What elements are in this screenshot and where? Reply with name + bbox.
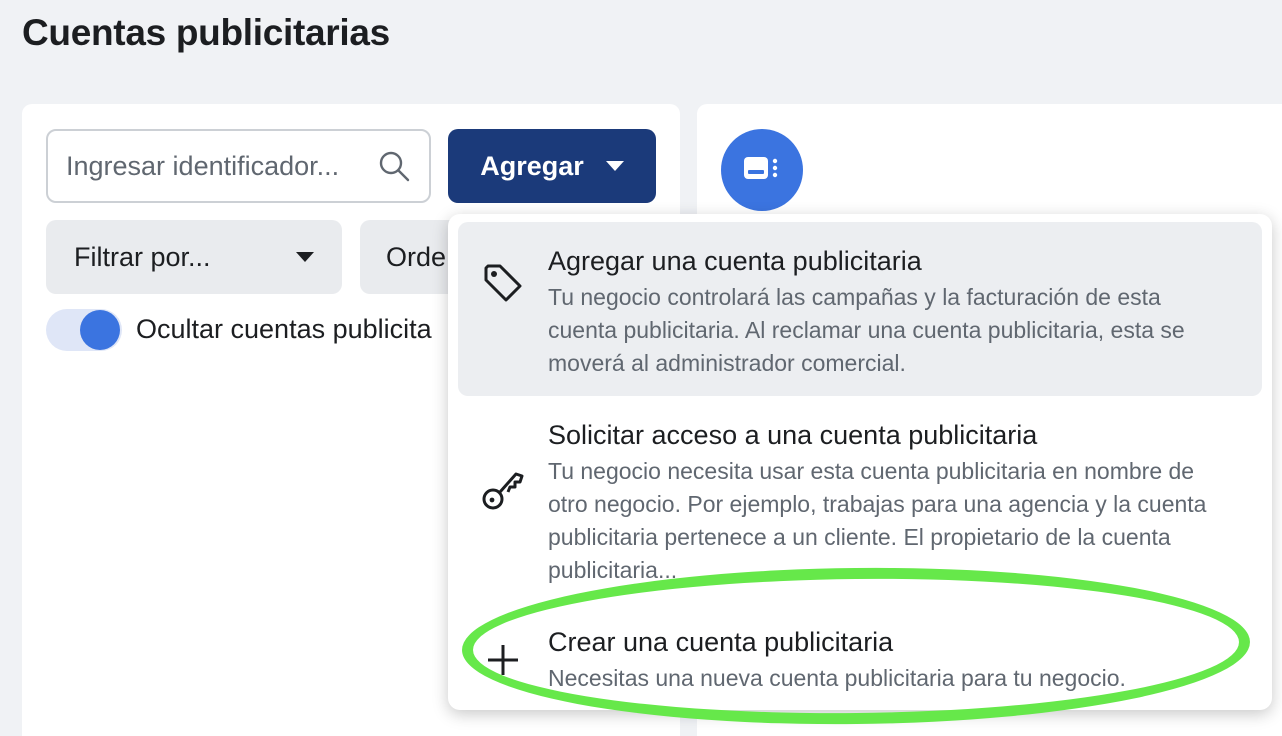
page-title: Cuentas publicitarias [22, 12, 390, 53]
menu-item-title: Agregar una cuenta publicitaria [548, 246, 922, 276]
filter-dropdown[interactable]: Filtrar por... [46, 220, 342, 294]
menu-item-create-ad-account[interactable]: Crear una cuenta publicitaria Necesitas … [458, 603, 1262, 711]
ad-account-icon [721, 129, 803, 211]
menu-item-description: Necesitas una nueva cuenta publicitaria … [548, 665, 1126, 691]
menu-item-title: Solicitar acceso a una cuenta publicitar… [548, 420, 1038, 450]
key-icon [482, 472, 524, 510]
search-box[interactable] [46, 129, 431, 203]
hide-accounts-label: Ocultar cuentas publicita [136, 314, 432, 344]
menu-item-add-ad-account[interactable]: Agregar una cuenta publicitaria Tu negoc… [458, 222, 1262, 396]
add-button-label: Agregar [480, 150, 584, 181]
search-icon[interactable] [377, 149, 411, 183]
toggle-knob [80, 310, 120, 350]
menu-item-description: Tu negocio necesita usar esta cuenta pub… [548, 458, 1207, 583]
plus-icon [488, 645, 518, 675]
chevron-down-icon [296, 252, 314, 262]
search-input[interactable] [66, 150, 366, 182]
add-button[interactable]: Agregar [448, 129, 656, 203]
filter-label: Filtrar por... [74, 241, 211, 272]
menu-item-title: Crear una cuenta publicitaria [548, 627, 894, 657]
menu-item-description: Tu negocio controlará las campañas y la … [548, 284, 1185, 376]
menu-item-request-access[interactable]: Solicitar acceso a una cuenta publicitar… [458, 396, 1262, 603]
chevron-down-icon [605, 161, 624, 171]
hide-accounts-toggle[interactable] [46, 309, 122, 351]
order-label: Orde [386, 241, 447, 272]
ad-account-glyph-icon [744, 157, 778, 179]
tag-icon [484, 264, 522, 302]
add-account-menu: Agregar una cuenta publicitaria Tu negoc… [448, 214, 1272, 710]
